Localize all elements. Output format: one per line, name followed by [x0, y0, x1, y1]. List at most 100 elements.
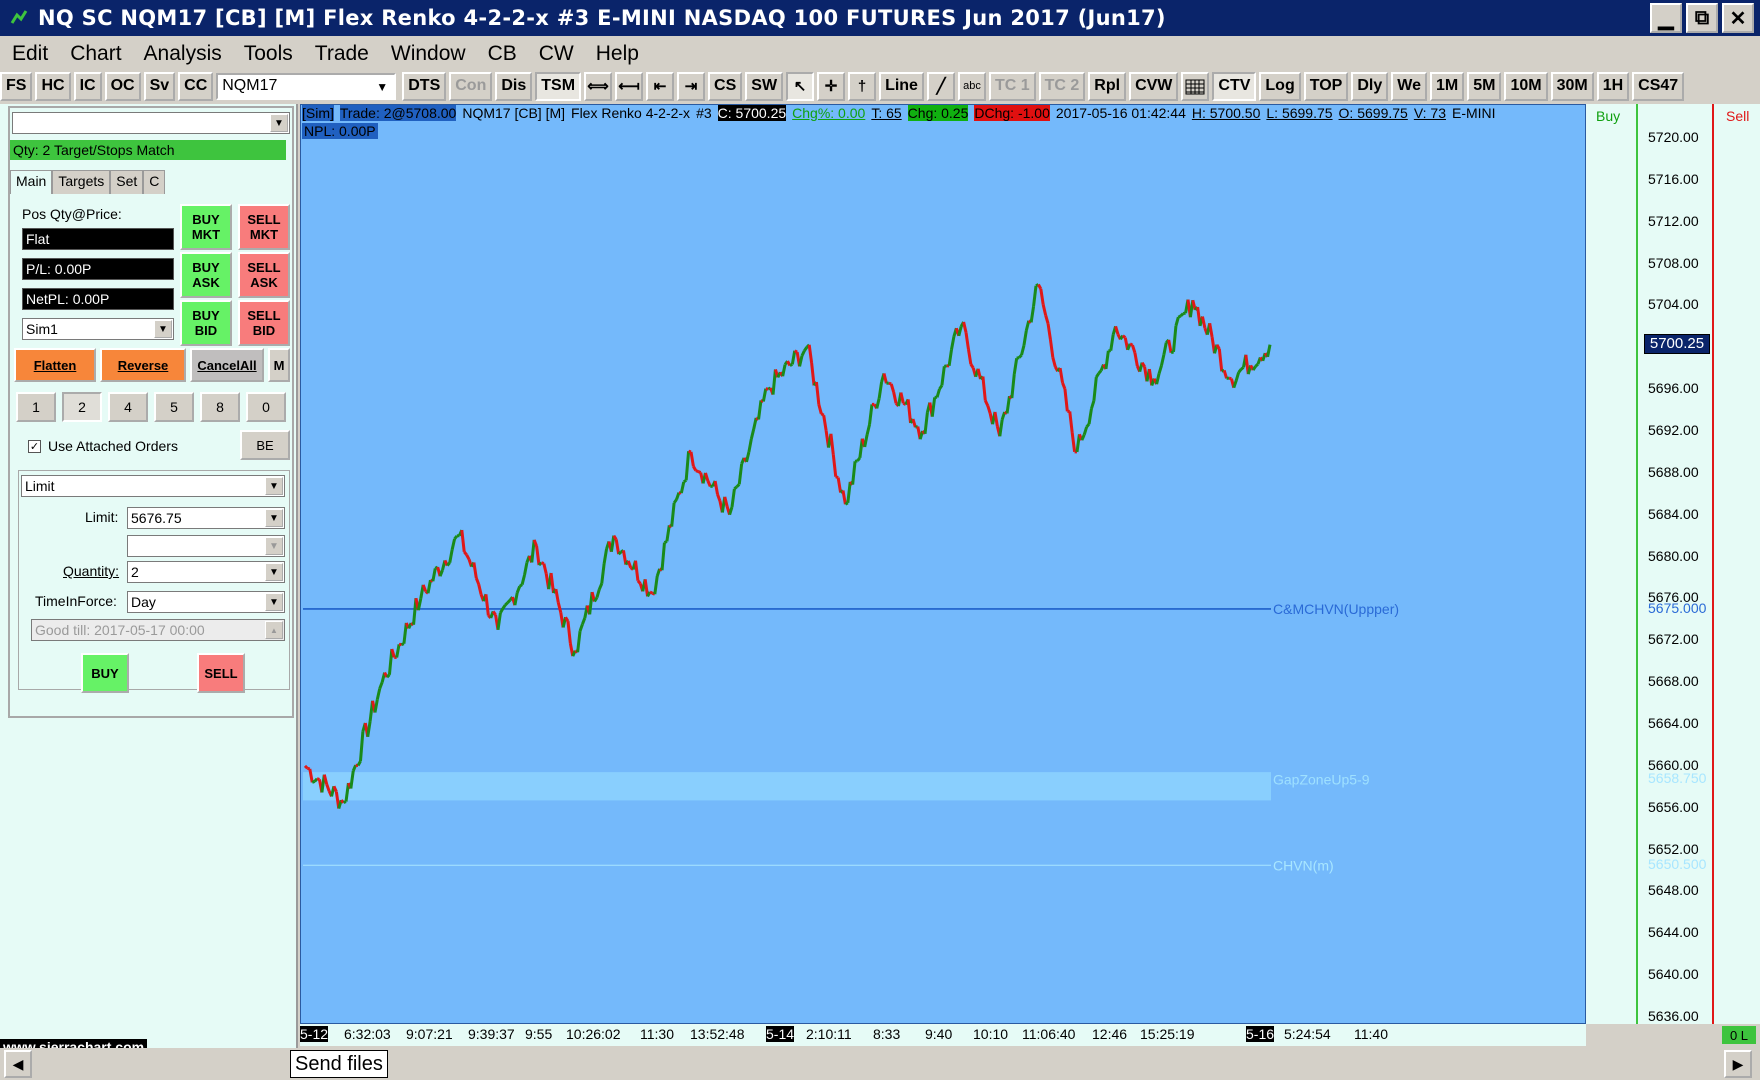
- we-button[interactable]: We: [1391, 71, 1427, 101]
- sw-button[interactable]: SW: [745, 71, 784, 101]
- cs47-button[interactable]: CS47: [1632, 71, 1685, 101]
- price-chart[interactable]: C&MCHVN(Uppper) GapZoneUp5-9 CHVN(m): [301, 105, 1587, 1025]
- buy-ask-button[interactable]: BUY ASK: [180, 252, 232, 298]
- sell-button[interactable]: SELL: [197, 653, 245, 693]
- chevron-down-icon[interactable]: ▼: [265, 593, 283, 611]
- stop-price-field[interactable]: ▼: [127, 535, 285, 557]
- sell-bid-button[interactable]: SELL BID: [238, 300, 290, 346]
- tif-combo[interactable]: Day ▼: [127, 591, 285, 613]
- sv-button[interactable]: Sv: [143, 71, 176, 101]
- dts-button[interactable]: DTS: [402, 71, 447, 101]
- close-button[interactable]: ✕: [1722, 3, 1754, 33]
- menu-chart[interactable]: Chart: [70, 42, 121, 66]
- tc2-button[interactable]: TC 2: [1038, 71, 1086, 101]
- chevron-down-icon[interactable]: ▼: [265, 477, 283, 495]
- 5m-button[interactable]: 5M: [1467, 71, 1502, 101]
- reverse-button[interactable]: Reverse: [100, 348, 186, 382]
- tc1-button[interactable]: TC 1: [988, 71, 1036, 101]
- flatten-button[interactable]: Flatten: [14, 348, 96, 382]
- dly-button[interactable]: Dly: [1351, 71, 1389, 101]
- order-type-combo[interactable]: Limit ▼: [21, 475, 285, 497]
- 30m-button[interactable]: 30M: [1550, 71, 1594, 101]
- tab-c[interactable]: C: [143, 170, 166, 194]
- menu-analysis[interactable]: Analysis: [144, 42, 222, 66]
- m-button[interactable]: M: [268, 348, 290, 382]
- text-tool-icon[interactable]: abc: [957, 71, 986, 101]
- menu-help[interactable]: Help: [596, 42, 639, 66]
- 10m-button[interactable]: 10M: [1504, 71, 1548, 101]
- trade-panel-combo[interactable]: ▼: [12, 112, 290, 134]
- buy-mkt-button[interactable]: BUY MKT: [180, 204, 232, 250]
- sell-mkt-button[interactable]: SELL MKT: [238, 204, 290, 250]
- minimize-button[interactable]: ▁: [1650, 3, 1682, 33]
- cancel-all-button[interactable]: CancelAll: [190, 348, 264, 382]
- scroll-right-icon[interactable]: ⇥: [677, 71, 706, 101]
- scale-expand-icon[interactable]: ⟻: [615, 71, 644, 101]
- be-button[interactable]: BE: [240, 430, 290, 460]
- hc-button[interactable]: HC: [35, 71, 71, 101]
- 1m-button[interactable]: 1M: [1429, 71, 1465, 101]
- line-button[interactable]: Line: [879, 71, 924, 101]
- sell-column[interactable]: Sell: [1714, 104, 1760, 1024]
- qty-5-button[interactable]: 5: [154, 392, 194, 422]
- chart-area[interactable]: C&MCHVN(Uppper) GapZoneUp5-9 CHVN(m): [300, 104, 1586, 1024]
- maximize-button[interactable]: ⧉: [1686, 3, 1718, 33]
- spinner-icon[interactable]: ▲: [265, 621, 283, 639]
- qty-1-button[interactable]: 1: [16, 392, 56, 422]
- chevron-down-icon[interactable]: ▼: [154, 320, 172, 338]
- sell-ask-button[interactable]: SELL ASK: [238, 252, 290, 298]
- tab-set[interactable]: Set: [110, 170, 144, 194]
- scroll-left-icon[interactable]: ⇤: [646, 71, 675, 101]
- good-till-field[interactable]: Good till: 2017-05-17 00:00 ▲: [31, 619, 285, 641]
- qty-2-button[interactable]: 2: [62, 392, 102, 422]
- 1h-button[interactable]: 1H: [1596, 71, 1630, 101]
- cursor-cross-icon[interactable]: †: [848, 71, 877, 101]
- chevron-down-icon[interactable]: ▼: [265, 509, 283, 527]
- crosshair-icon[interactable]: ✛: [817, 71, 846, 101]
- chevron-down-icon[interactable]: ▼: [265, 563, 283, 581]
- tab-targets[interactable]: Targets: [52, 170, 111, 194]
- renko-bar: [649, 590, 654, 595]
- buy-bid-button[interactable]: BUY BID: [180, 300, 232, 346]
- table-grid-icon[interactable]: [1181, 71, 1210, 101]
- cc-button[interactable]: CC: [178, 71, 214, 101]
- ctv-button[interactable]: CTV: [1212, 71, 1257, 101]
- log-button[interactable]: Log: [1259, 71, 1301, 101]
- fs-button[interactable]: FS: [0, 71, 33, 101]
- cs-button[interactable]: CS: [708, 71, 743, 101]
- rpl-button[interactable]: Rpl: [1088, 71, 1127, 101]
- symbol-combo[interactable]: NQM17 ▼: [216, 72, 397, 100]
- menu-cb[interactable]: CB: [488, 42, 517, 66]
- draw-line-icon[interactable]: ╱: [926, 71, 955, 101]
- dis-button[interactable]: Dis: [495, 71, 533, 101]
- account-combo[interactable]: Sim1 ▼: [22, 318, 174, 340]
- oc-button[interactable]: OC: [104, 71, 141, 101]
- chevron-down-icon[interactable]: ▼: [265, 537, 283, 555]
- scroll-right-icon[interactable]: ▶: [1724, 1050, 1752, 1078]
- ic-button[interactable]: IC: [73, 71, 102, 101]
- con-button[interactable]: Con: [449, 71, 493, 101]
- send-files-button[interactable]: Send files: [290, 1050, 388, 1078]
- top-button[interactable]: TOP: [1303, 71, 1349, 101]
- menu-cw[interactable]: CW: [539, 42, 574, 66]
- qty-8-button[interactable]: 8: [200, 392, 240, 422]
- scroll-left-icon[interactable]: ◀: [4, 1050, 32, 1078]
- cvw-button[interactable]: CVW: [1129, 71, 1179, 101]
- chevron-down-icon[interactable]: ▼: [270, 114, 288, 132]
- menu-edit[interactable]: Edit: [12, 42, 48, 66]
- quantity-field[interactable]: 2 ▼: [127, 561, 285, 583]
- menu-tools[interactable]: Tools: [244, 42, 293, 66]
- use-attached-checkbox[interactable]: ✓: [28, 440, 41, 453]
- tab-main[interactable]: Main: [10, 170, 53, 194]
- pointer-icon[interactable]: ↖: [786, 71, 815, 101]
- chevron-down-icon[interactable]: ▼: [372, 77, 392, 97]
- qty-4-button[interactable]: 4: [108, 392, 148, 422]
- buy-button[interactable]: BUY: [81, 653, 129, 693]
- limit-price-field[interactable]: 5676.75 ▼: [127, 507, 285, 529]
- scale-compress-icon[interactable]: ⟺: [584, 71, 613, 101]
- qty-0-button[interactable]: 0: [246, 392, 286, 422]
- tsm-button[interactable]: TSM: [535, 71, 582, 101]
- menu-trade[interactable]: Trade: [315, 42, 369, 66]
- buy-column[interactable]: Buy: [1586, 104, 1638, 1024]
- menu-window[interactable]: Window: [391, 42, 466, 66]
